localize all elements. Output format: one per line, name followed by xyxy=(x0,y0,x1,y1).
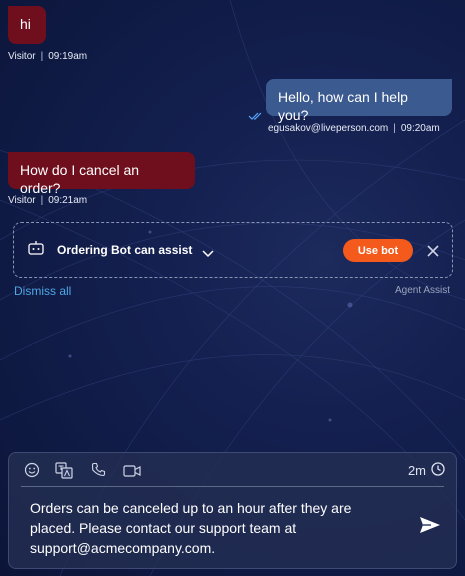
translate-icon[interactable] xyxy=(55,462,73,484)
visitor-message-bubble: How do I cancel an order? xyxy=(8,152,195,196)
message-text: Hello, how can I help you? xyxy=(278,89,408,123)
clock-icon xyxy=(431,462,445,479)
agent-assist-label: Agent Assist xyxy=(394,285,450,296)
message-text: How do I cancel an order? xyxy=(20,162,140,196)
message-meta: egusakov@liveperson.com | 09:20am xyxy=(268,123,440,134)
composer-divider xyxy=(21,486,444,487)
bot-icon xyxy=(27,240,45,261)
agent-message-bubble: Hello, how can I help you? xyxy=(266,79,452,123)
message-sender: Visitor xyxy=(8,195,36,206)
video-icon[interactable] xyxy=(123,464,141,482)
phone-icon[interactable] xyxy=(91,462,106,482)
message-time: 09:21am xyxy=(48,195,88,206)
visitor-message-bubble: hi xyxy=(8,6,46,44)
read-receipt-icon xyxy=(248,108,264,126)
chevron-down-icon[interactable] xyxy=(202,245,214,263)
composer-toolbar: 2m xyxy=(9,453,456,486)
message-meta: Visitor | 09:21am xyxy=(8,195,88,206)
message-time: 09:20am xyxy=(400,123,440,134)
message-text: hi xyxy=(20,16,31,32)
use-bot-button[interactable]: Use bot xyxy=(343,239,413,262)
emoji-icon[interactable] xyxy=(24,462,40,483)
response-timer: 2m xyxy=(408,462,445,479)
message-sender: egusakov@liveperson.com xyxy=(268,123,389,134)
message-input[interactable]: Orders can be canceled up to an hour aft… xyxy=(30,498,390,558)
bot-suggestion-card: Ordering Bot can assist Use bot xyxy=(13,222,453,278)
message-composer: 2m Orders can be canceled up to an hour … xyxy=(8,452,457,569)
message-sender: Visitor xyxy=(8,51,36,62)
message-meta: Visitor | 09:19am xyxy=(8,51,88,62)
timer-value: 2m xyxy=(407,463,426,478)
send-icon[interactable] xyxy=(419,516,441,539)
dismiss-all-link[interactable]: Dismiss all xyxy=(14,284,71,298)
close-icon[interactable] xyxy=(427,244,439,262)
message-time: 09:19am xyxy=(48,51,88,62)
bot-suggestion-title: Ordering Bot can assist xyxy=(57,243,193,257)
